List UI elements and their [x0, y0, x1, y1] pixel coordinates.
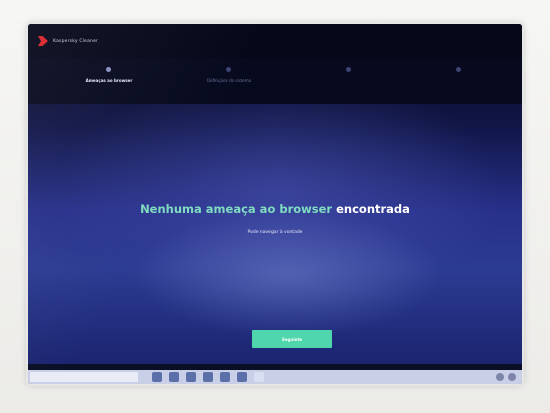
progress-stepper: Ameaças ao browser Definições do sistema [28, 58, 522, 104]
taskbar-icons [152, 372, 264, 382]
task-view-icon[interactable] [152, 372, 162, 382]
windows-taskbar [28, 370, 522, 384]
headline-part-1: Nenhuma ameaça ao browser [140, 202, 333, 216]
step-4[interactable] [404, 58, 514, 104]
monitor-screen: Kaspersky Cleaner Ameaças ao browser Def… [28, 24, 522, 384]
step-3[interactable] [294, 58, 404, 104]
app-icon[interactable] [254, 372, 264, 382]
step-dot [456, 67, 461, 72]
next-button[interactable]: Seguinte [252, 330, 332, 348]
system-tray [496, 373, 516, 381]
app-title: Kaspersky Cleaner [53, 38, 99, 44]
step-system-settings[interactable]: Definições do sistema [174, 58, 284, 104]
step-dot [106, 67, 111, 72]
edge-browser-icon[interactable] [169, 372, 179, 382]
store-icon[interactable] [203, 372, 213, 382]
step-label: Ameaças ao browser [85, 78, 133, 83]
step-dot [226, 67, 231, 72]
network-icon[interactable] [496, 373, 504, 381]
step-browser-threats[interactable]: Ameaças ao browser [54, 58, 164, 104]
brand: Kaspersky Cleaner [38, 36, 98, 46]
mail-icon[interactable] [220, 372, 230, 382]
result-subtext: Pode navegar à vontade [247, 230, 303, 235]
taskbar-search-box[interactable] [30, 372, 138, 382]
headline-part-2: encontrada [336, 202, 410, 216]
volume-icon[interactable] [508, 373, 516, 381]
step-dot [346, 67, 351, 72]
step-label: Definições do sistema [206, 78, 252, 83]
app-icon[interactable] [237, 372, 247, 382]
file-explorer-icon[interactable] [186, 372, 196, 382]
app-header: Kaspersky Cleaner [28, 24, 522, 58]
result-headline: Nenhuma ameaça ao browser encontrada [28, 202, 522, 216]
kaspersky-logo-icon [38, 36, 48, 46]
app-window: Kaspersky Cleaner Ameaças ao browser Def… [28, 24, 522, 364]
